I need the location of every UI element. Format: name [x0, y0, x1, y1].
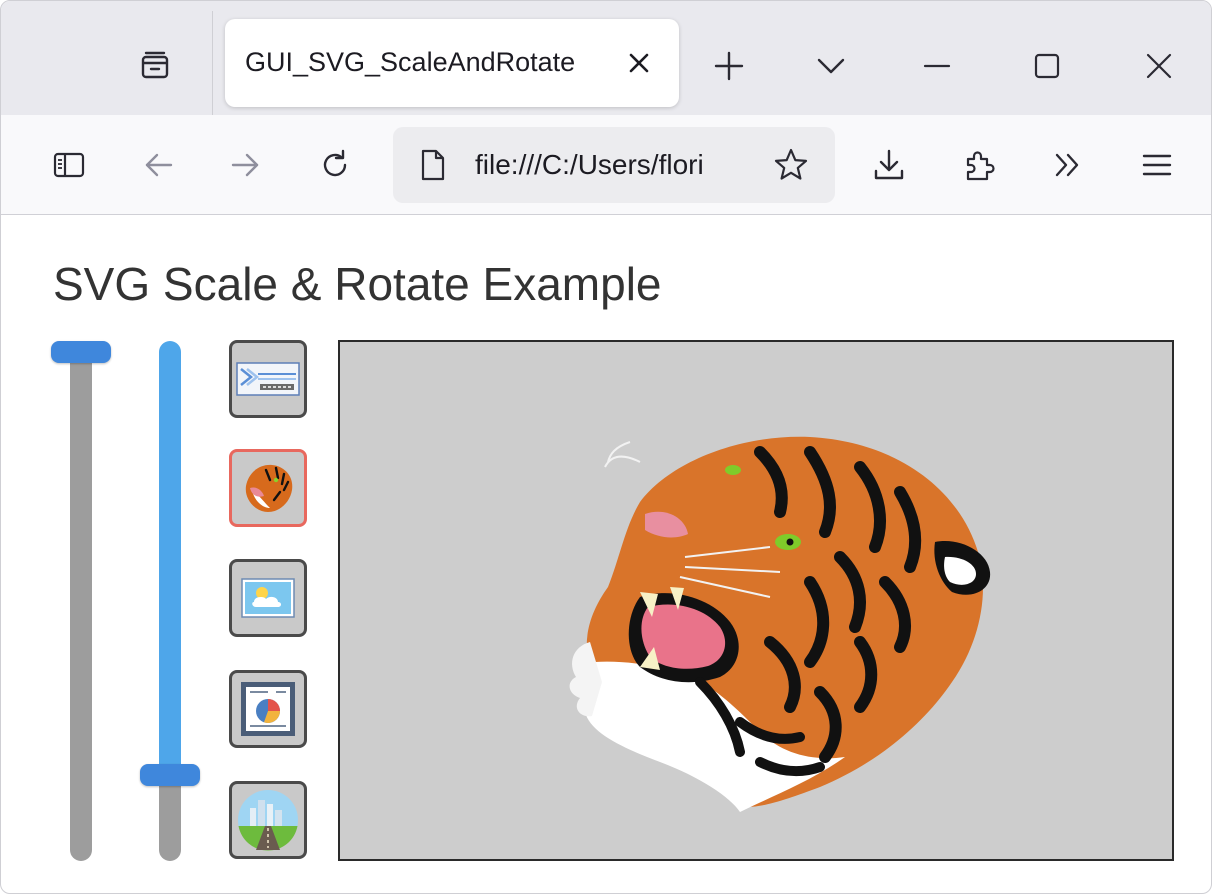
tiger-icon	[245, 464, 293, 512]
new-tab-button[interactable]	[699, 39, 759, 93]
window-close-button[interactable]	[1129, 39, 1189, 93]
document-icon	[421, 149, 445, 181]
segger-logo-icon	[236, 362, 300, 396]
chevron-down-icon	[817, 58, 845, 74]
puzzle-piece-icon	[966, 151, 995, 181]
tab-close-button[interactable]	[615, 39, 663, 87]
maximize-icon	[1034, 53, 1060, 79]
scale-slider-track[interactable]	[70, 341, 92, 861]
arrow-left-icon	[145, 153, 173, 177]
tab-strip-separator	[212, 11, 213, 115]
double-chevron-right-icon	[1055, 153, 1079, 177]
close-icon	[629, 53, 649, 73]
tab-overview-button[interactable]	[121, 39, 189, 93]
navigation-toolbar: file:///C:/Users/flori	[1, 115, 1211, 215]
minimize-icon	[923, 64, 951, 68]
rotate-slider-handle[interactable]	[140, 764, 200, 787]
reload-button[interactable]	[305, 135, 365, 195]
list-all-tabs-button[interactable]	[801, 39, 861, 93]
bookmark-button[interactable]	[767, 141, 815, 189]
page-title: SVG Scale & Rotate Example	[53, 258, 662, 310]
app-menu-button[interactable]	[1127, 135, 1187, 195]
tab-strip: GUI_SVG_ScaleAndRotate	[1, 1, 1211, 115]
more-tools-button[interactable]	[1037, 135, 1097, 195]
close-icon	[1146, 53, 1172, 79]
thumbnail-tiger[interactable]	[229, 449, 307, 527]
tab-list-icon	[141, 51, 169, 79]
sidebar-icon	[53, 152, 85, 178]
reload-icon	[323, 149, 347, 177]
url-text[interactable]: file:///C:/Users/flori	[475, 149, 765, 181]
thumbnail-landscape[interactable]	[229, 559, 307, 637]
thumbnail-pie-chart[interactable]	[229, 670, 307, 748]
url-fade	[723, 127, 773, 203]
landscape-icon	[241, 578, 295, 618]
tiger-image	[569, 436, 991, 812]
sidebar-button[interactable]	[39, 135, 99, 195]
tab-title: GUI_SVG_ScaleAndRotate	[245, 47, 576, 77]
star-icon	[774, 148, 808, 180]
hamburger-menu-icon	[1142, 154, 1172, 176]
thumbnail-segger-logo[interactable]	[229, 340, 307, 418]
thumbnail-city-road[interactable]	[229, 781, 307, 859]
extensions-button[interactable]	[949, 135, 1009, 195]
url-bar[interactable]: file:///C:/Users/flori	[393, 127, 835, 203]
browser-window: GUI_SVG_ScaleAndRotate file:///C:/Users/…	[0, 0, 1212, 894]
download-icon	[874, 149, 904, 180]
pie-chart-document-icon	[241, 682, 295, 736]
arrow-right-icon	[231, 153, 259, 177]
plus-icon	[714, 51, 744, 81]
downloads-button[interactable]	[859, 135, 919, 195]
city-road-icon	[238, 790, 298, 851]
back-button[interactable]	[129, 135, 189, 195]
forward-button[interactable]	[215, 135, 275, 195]
tab-active[interactable]: GUI_SVG_ScaleAndRotate	[225, 19, 679, 107]
maximize-button[interactable]	[1017, 39, 1077, 93]
page-icon	[413, 145, 453, 185]
minimize-button[interactable]	[907, 39, 967, 93]
svg-canvas[interactable]	[338, 340, 1174, 861]
scale-slider-handle[interactable]	[51, 341, 111, 363]
